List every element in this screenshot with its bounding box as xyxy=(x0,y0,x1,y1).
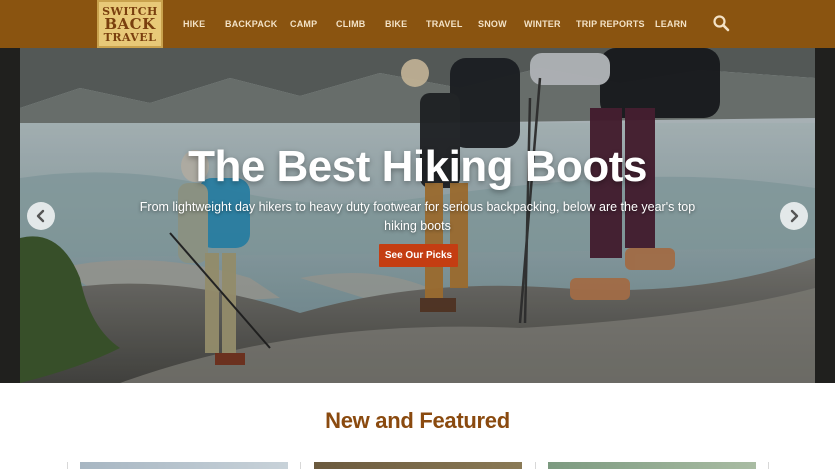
card-divider xyxy=(67,462,68,469)
site-header: SWITCH BACK TRAVEL HIKE BACKPACK CAMP CL… xyxy=(0,0,835,48)
nav-item-winter[interactable]: WINTER xyxy=(524,19,561,29)
chevron-left-icon xyxy=(36,209,45,223)
nav-item-trip-reports[interactable]: TRIP REPORTS xyxy=(576,19,645,29)
carousel-prev-button[interactable] xyxy=(27,202,55,230)
card-divider xyxy=(768,462,769,469)
nav-item-bike[interactable]: BIKE xyxy=(385,19,407,29)
card-divider xyxy=(535,462,536,469)
hero-title: The Best Hiking Boots xyxy=(188,142,647,191)
card-divider xyxy=(300,462,301,469)
hero-carousel: The Best Hiking Boots From lightweight d… xyxy=(0,48,835,383)
nav-item-backpack[interactable]: BACKPACK xyxy=(225,19,277,29)
chevron-right-icon xyxy=(790,209,799,223)
search-icon[interactable] xyxy=(712,14,730,32)
nav-item-snow[interactable]: SNOW xyxy=(478,19,507,29)
see-our-picks-button[interactable]: See Our Picks xyxy=(379,244,458,267)
featured-card-image[interactable] xyxy=(80,462,288,469)
featured-card-image[interactable] xyxy=(548,462,756,469)
nav-item-learn[interactable]: LEARN xyxy=(655,19,687,29)
main-nav: HIKE BACKPACK CAMP CLIMB BIKE TRAVEL SNO… xyxy=(0,0,835,48)
featured-card-image[interactable] xyxy=(314,462,522,469)
nav-item-climb[interactable]: CLIMB xyxy=(336,19,366,29)
new-and-featured-heading: New and Featured xyxy=(325,408,510,433)
nav-item-travel[interactable]: TRAVEL xyxy=(426,19,463,29)
hero-subtitle: From lightweight day hikers to heavy dut… xyxy=(139,200,696,233)
nav-item-hike[interactable]: HIKE xyxy=(183,19,205,29)
nav-item-camp[interactable]: CAMP xyxy=(290,19,317,29)
carousel-next-button[interactable] xyxy=(780,202,808,230)
